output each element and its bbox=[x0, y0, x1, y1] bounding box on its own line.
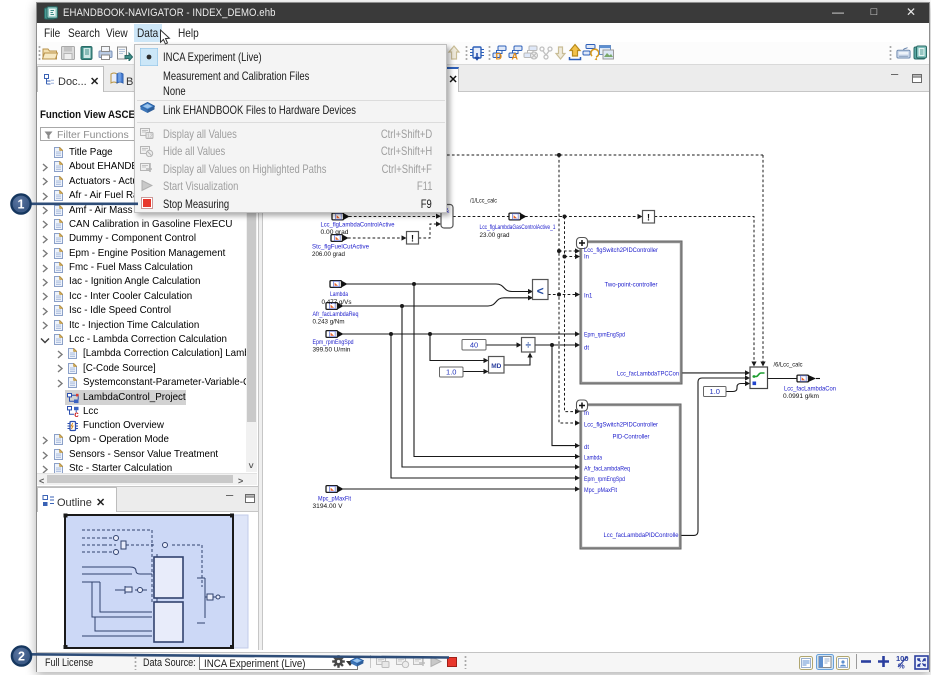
svg-text:2: 2 bbox=[18, 650, 25, 664]
svg-text:1: 1 bbox=[18, 198, 25, 212]
